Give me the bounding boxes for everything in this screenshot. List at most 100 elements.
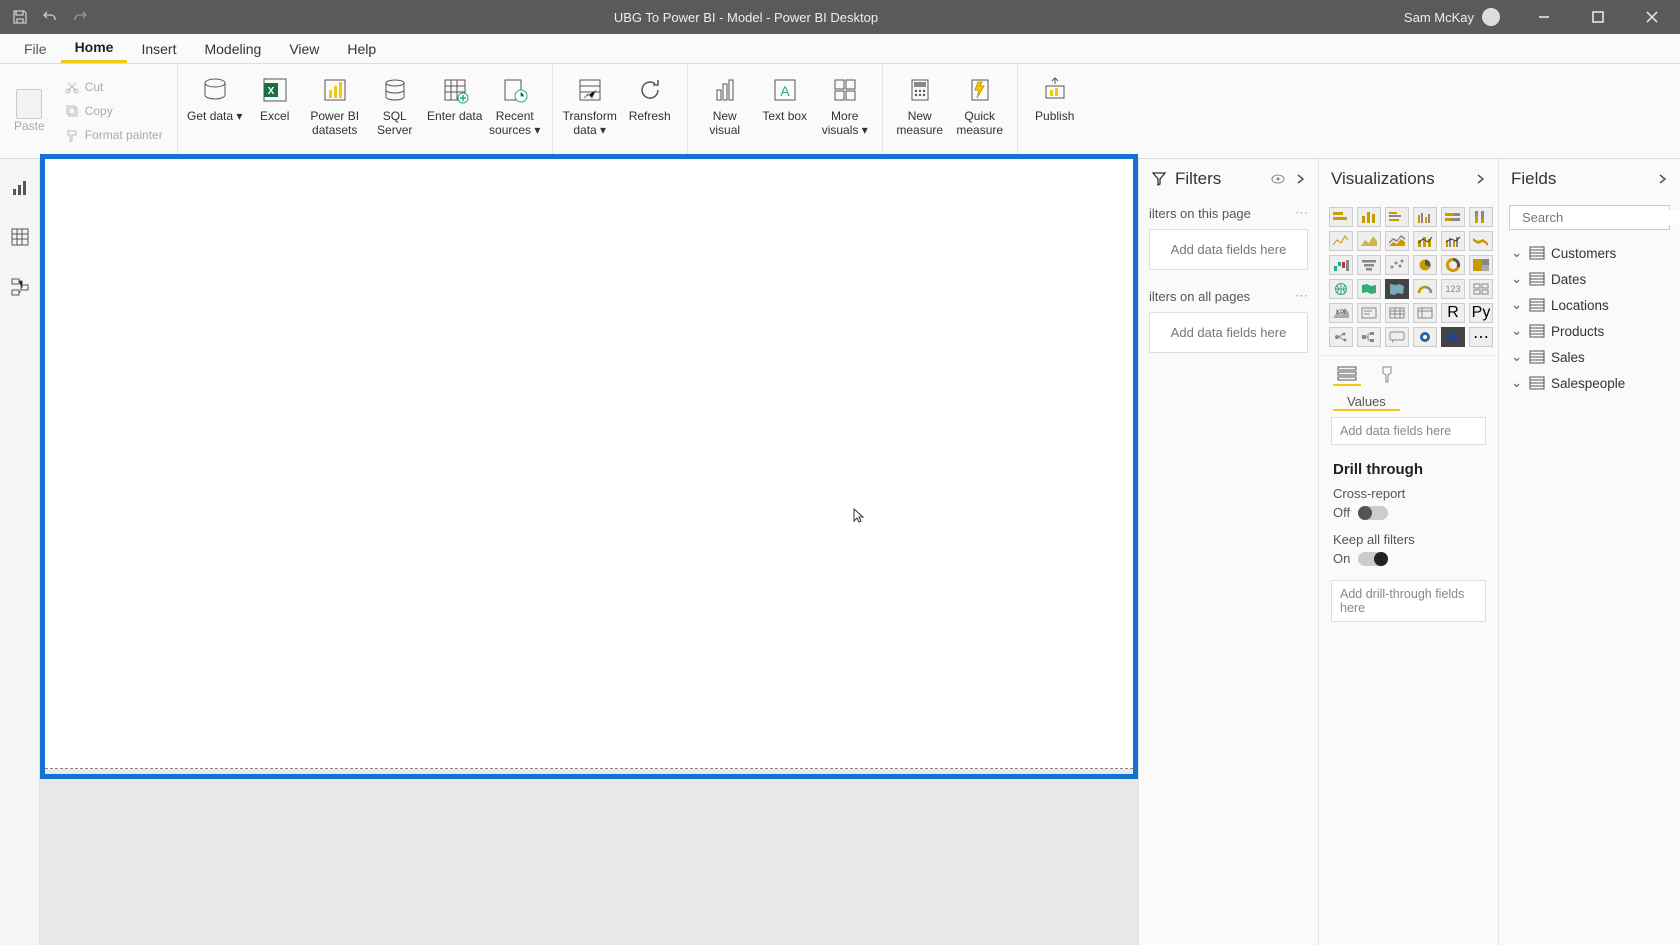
data-view-button[interactable] xyxy=(6,223,34,251)
field-table-dates[interactable]: ⌄ Dates xyxy=(1505,266,1674,292)
menu-insert[interactable]: Insert xyxy=(127,34,190,63)
ribbon-group-queries: Transform data ▾ Refresh xyxy=(553,64,688,158)
search-input[interactable] xyxy=(1522,210,1680,225)
menu-help[interactable]: Help xyxy=(333,34,390,63)
user-account[interactable]: Sam McKay xyxy=(1404,8,1500,26)
viz-kpi[interactable]: KPI xyxy=(1329,303,1353,323)
viz-stacked-column[interactable] xyxy=(1357,207,1381,227)
sql-server-button[interactable]: SQL Server xyxy=(366,68,424,154)
viz-clustered-column[interactable] xyxy=(1413,207,1437,227)
paste-button[interactable]: Paste xyxy=(14,89,45,133)
viz-line[interactable] xyxy=(1329,231,1353,251)
get-data-button[interactable]: Get data ▾ xyxy=(186,68,244,154)
eye-icon[interactable] xyxy=(1270,171,1286,187)
copy-button[interactable]: Copy xyxy=(65,100,163,122)
values-dropzone[interactable]: Add data fields here xyxy=(1331,417,1486,445)
new-visual-button[interactable]: New visual xyxy=(696,68,754,154)
enter-data-button[interactable]: Enter data xyxy=(426,68,484,154)
viz-shape-map[interactable] xyxy=(1385,279,1409,299)
cut-button[interactable]: Cut xyxy=(65,76,163,98)
viz-multi-card[interactable] xyxy=(1469,279,1493,299)
drill-through-dropzone[interactable]: Add drill-through fields here xyxy=(1331,580,1486,622)
viz-decomposition[interactable] xyxy=(1357,327,1381,347)
more-visuals-button[interactable]: More visuals ▾ xyxy=(816,68,874,154)
viz-arcgis[interactable] xyxy=(1441,327,1465,347)
viz-gauge[interactable] xyxy=(1413,279,1437,299)
save-icon[interactable] xyxy=(12,9,28,25)
visualizations-title: Visualizations xyxy=(1331,169,1435,189)
viz-card[interactable]: 123 xyxy=(1441,279,1465,299)
viz-r[interactable]: R xyxy=(1441,303,1465,323)
menu-modeling[interactable]: Modeling xyxy=(190,34,275,63)
format-tab[interactable] xyxy=(1373,362,1401,386)
viz-line-column[interactable] xyxy=(1413,231,1437,251)
viz-pie[interactable] xyxy=(1413,255,1437,275)
viz-clustered-bar[interactable] xyxy=(1385,207,1409,227)
viz-ribbon[interactable] xyxy=(1469,231,1493,251)
excel-button[interactable]: X Excel xyxy=(246,68,304,154)
field-table-products[interactable]: ⌄ Products xyxy=(1505,318,1674,344)
model-view-button[interactable] xyxy=(6,273,34,301)
fields-search[interactable] xyxy=(1509,205,1670,230)
viz-matrix[interactable] xyxy=(1413,303,1437,323)
fields-tab[interactable] xyxy=(1333,362,1361,386)
transform-icon xyxy=(574,74,606,106)
viz-stacked-bar[interactable] xyxy=(1329,207,1353,227)
viz-key-influencers[interactable] xyxy=(1329,327,1353,347)
filters-page-dropzone[interactable]: Add data fields here xyxy=(1149,229,1308,270)
report-canvas[interactable] xyxy=(45,159,1133,769)
maximize-button[interactable] xyxy=(1576,0,1620,34)
keep-filters-toggle[interactable] xyxy=(1358,552,1388,566)
pbi-datasets-button[interactable]: Power BI datasets xyxy=(306,68,364,154)
viz-qna[interactable] xyxy=(1385,327,1409,347)
viz-paginated[interactable] xyxy=(1413,327,1437,347)
cross-report-toggle[interactable] xyxy=(1358,506,1388,520)
values-label: Values xyxy=(1333,390,1400,411)
text-box-button[interactable]: A Text box xyxy=(756,68,814,154)
viz-100-column[interactable] xyxy=(1469,207,1493,227)
viz-donut[interactable] xyxy=(1441,255,1465,275)
viz-more[interactable]: ⋯ xyxy=(1469,327,1493,347)
field-table-locations[interactable]: ⌄ Locations xyxy=(1505,292,1674,318)
undo-icon[interactable] xyxy=(42,9,58,25)
recent-sources-button[interactable]: Recent sources ▾ xyxy=(486,68,544,154)
viz-100-bar[interactable] xyxy=(1441,207,1465,227)
viz-slicer[interactable] xyxy=(1357,303,1381,323)
filters-on-page-header[interactable]: ilters on this page⋯ xyxy=(1139,199,1318,225)
viz-line-clustered[interactable] xyxy=(1441,231,1465,251)
canvas-area[interactable] xyxy=(40,159,1138,945)
menu-file[interactable]: File xyxy=(10,34,61,63)
viz-field-tabs xyxy=(1319,355,1498,386)
viz-python[interactable]: Py xyxy=(1469,303,1493,323)
menu-home[interactable]: Home xyxy=(61,34,128,63)
viz-filled-map[interactable] xyxy=(1357,279,1381,299)
minimize-button[interactable] xyxy=(1522,0,1566,34)
viz-map[interactable] xyxy=(1329,279,1353,299)
viz-stacked-area[interactable] xyxy=(1385,231,1409,251)
viz-funnel[interactable] xyxy=(1357,255,1381,275)
viz-waterfall[interactable] xyxy=(1329,255,1353,275)
collapse-icon[interactable] xyxy=(1656,173,1668,185)
field-table-sales[interactable]: ⌄ Sales xyxy=(1505,344,1674,370)
field-table-salespeople[interactable]: ⌄ Salespeople xyxy=(1505,370,1674,396)
close-button[interactable] xyxy=(1630,0,1674,34)
collapse-icon[interactable] xyxy=(1294,173,1306,185)
menu-view[interactable]: View xyxy=(275,34,333,63)
viz-area[interactable] xyxy=(1357,231,1381,251)
redo-icon[interactable] xyxy=(72,9,88,25)
filters-all-dropzone[interactable]: Add data fields here xyxy=(1149,312,1308,353)
format-painter-button[interactable]: Format painter xyxy=(65,124,163,146)
new-measure-button[interactable]: New measure xyxy=(891,68,949,154)
refresh-button[interactable]: Refresh xyxy=(621,68,679,154)
collapse-icon[interactable] xyxy=(1474,173,1486,185)
publish-button[interactable]: Publish xyxy=(1026,68,1084,154)
report-view-button[interactable] xyxy=(6,173,34,201)
quick-measure-button[interactable]: Quick measure xyxy=(951,68,1009,154)
viz-scatter[interactable] xyxy=(1385,255,1409,275)
new-visual-icon xyxy=(709,74,741,106)
viz-treemap[interactable] xyxy=(1469,255,1493,275)
filters-on-all-header[interactable]: ilters on all pages⋯ xyxy=(1139,282,1318,308)
viz-table[interactable] xyxy=(1385,303,1409,323)
field-table-customers[interactable]: ⌄ Customers xyxy=(1505,240,1674,266)
transform-data-button[interactable]: Transform data ▾ xyxy=(561,68,619,154)
